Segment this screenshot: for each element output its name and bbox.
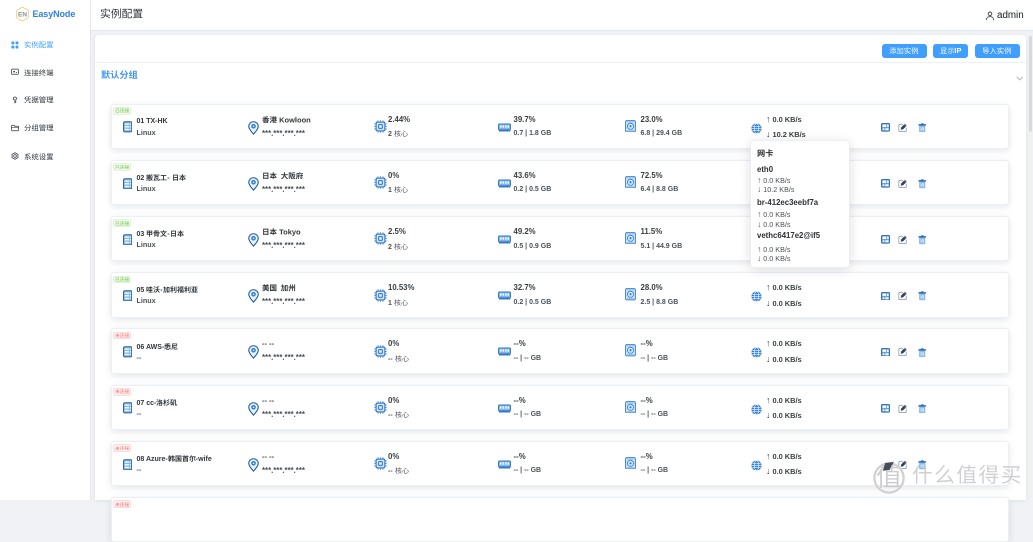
svg-text:EN: EN [18, 12, 27, 19]
